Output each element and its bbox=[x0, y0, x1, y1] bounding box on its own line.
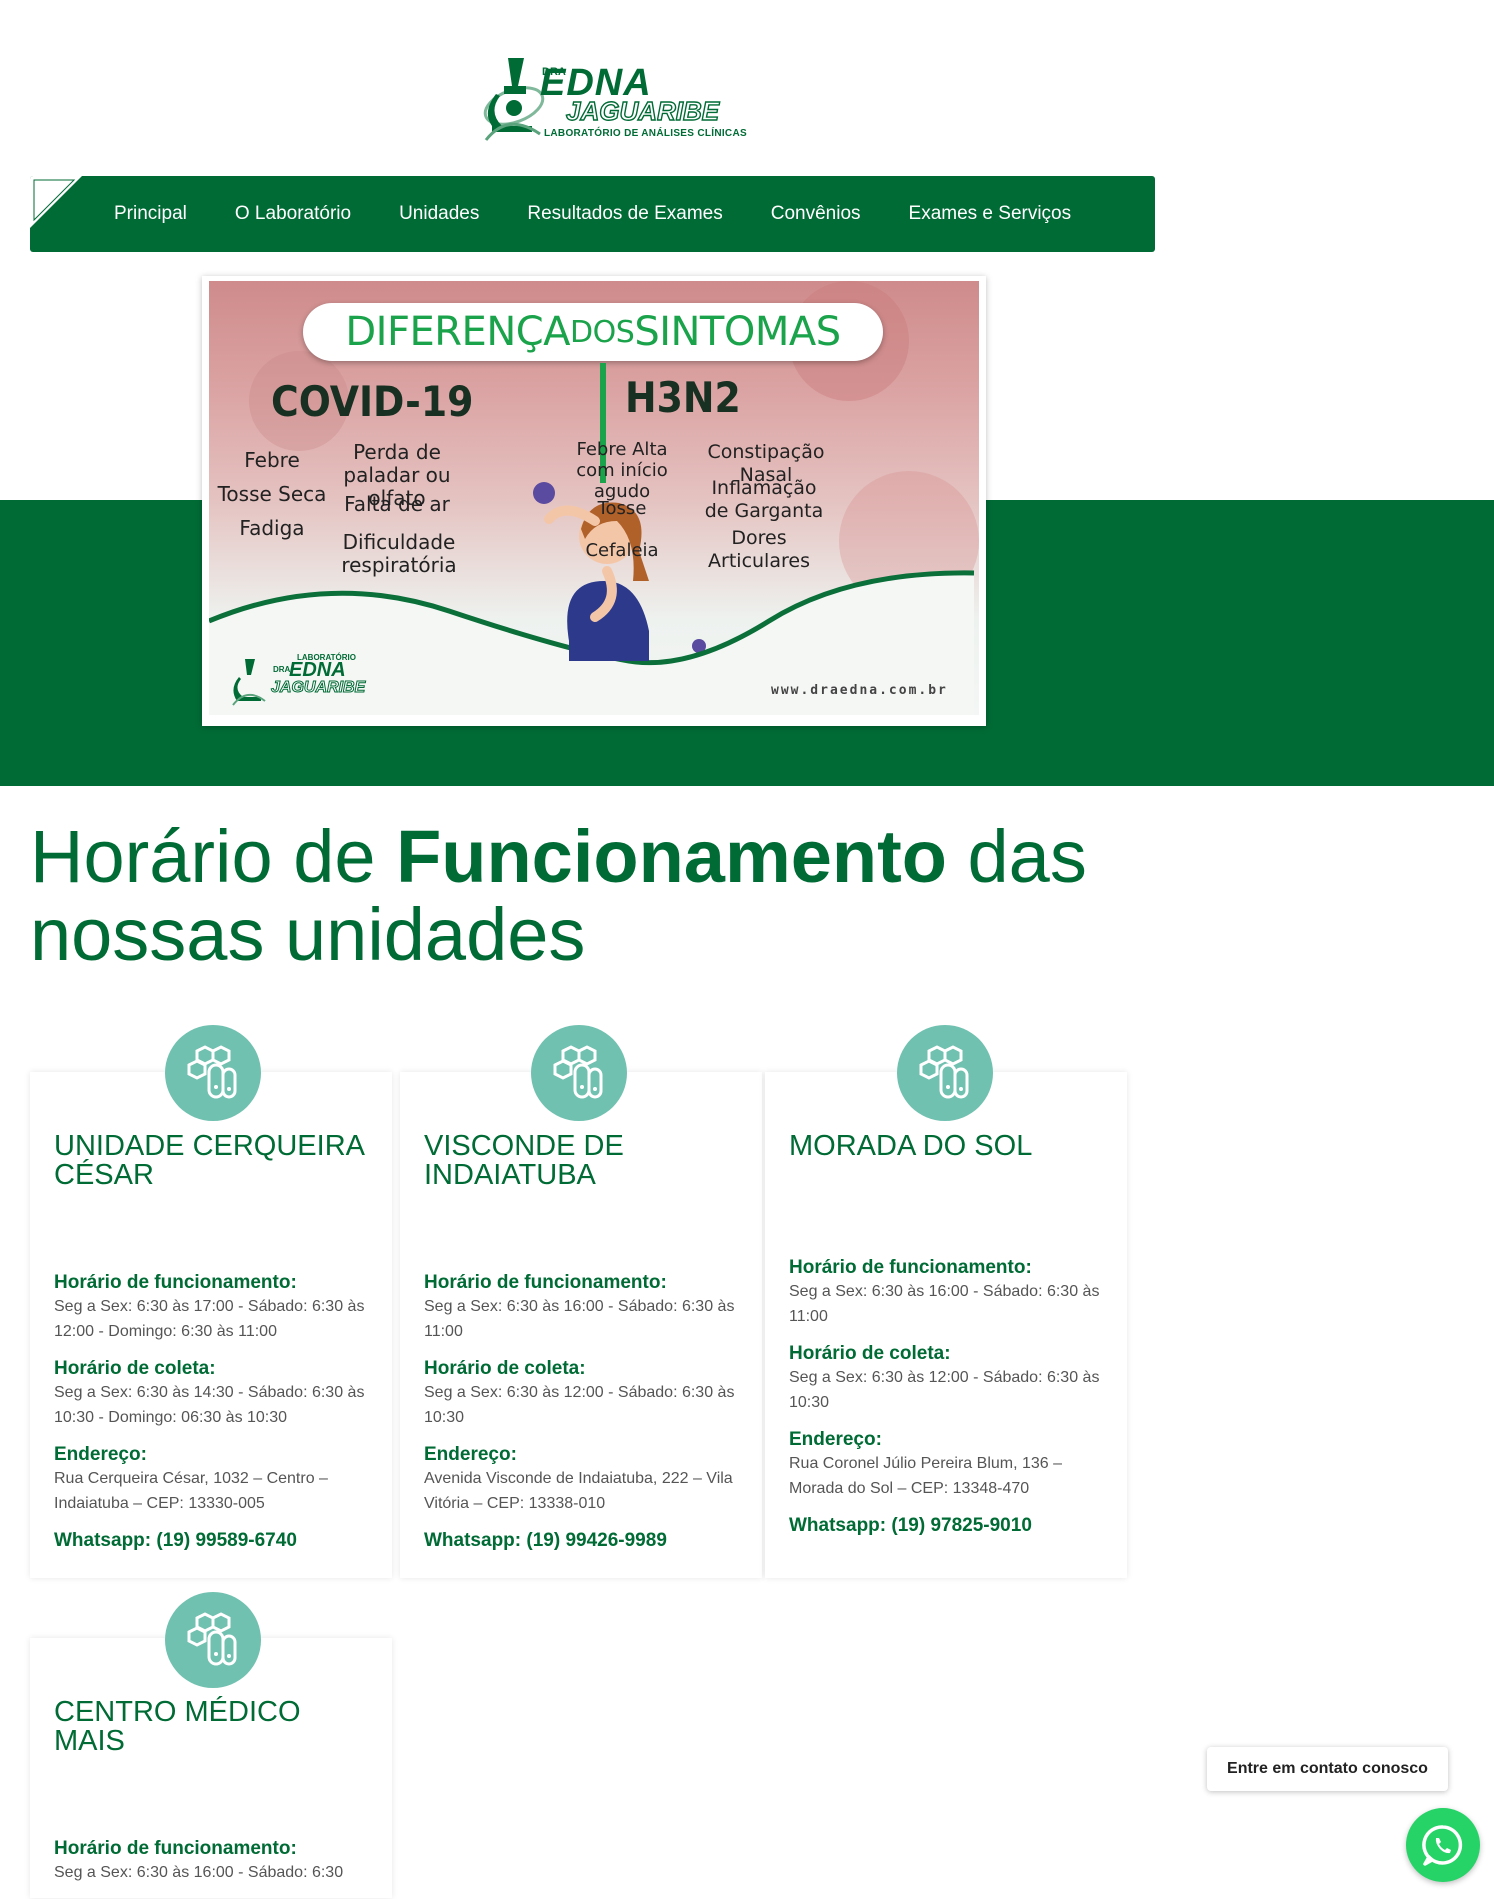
collect-label: Horário de coleta: bbox=[789, 1343, 951, 1364]
nav-item-exames-e-servicos[interactable]: Exames e Serviços bbox=[909, 203, 1072, 225]
banner-symptom: Tosse Seca bbox=[217, 482, 327, 506]
collect-label: Horário de coleta: bbox=[54, 1358, 216, 1379]
address-value: Avenida Visconde de Indaiatuba, 222 – Vi… bbox=[424, 1470, 733, 1512]
hours-label: Horário de funcionamento: bbox=[54, 1272, 297, 1293]
hours-value: Seg a Sex: 6:30 às 16:00 - Sábado: 6:30 bbox=[54, 1864, 344, 1881]
lab-flask-icon bbox=[897, 1025, 993, 1121]
unit-title: MORADA DO SOL bbox=[789, 1130, 1033, 1162]
hours-value: Seg a Sex: 6:30 às 16:00 - Sábado: 6:30 … bbox=[424, 1298, 735, 1340]
nav-item-o-laboratorio[interactable]: O Laboratório bbox=[235, 203, 351, 225]
unit-details: Horário de funcionamento: Seg a Sex: 6:3… bbox=[424, 1272, 744, 1552]
unit-title: UNIDADE CERQUEIRA CÉSAR bbox=[54, 1130, 364, 1191]
main-navigation: Principal O Laboratório Unidades Resulta… bbox=[30, 176, 1155, 252]
unit-card-visconde-de-indaiatuba: VISCONDE DE INDAIATUBA Horário de funcio… bbox=[400, 1072, 762, 1578]
banner-covid-heading: COVID-19 bbox=[271, 377, 474, 426]
address-label: Endereço: bbox=[789, 1429, 882, 1450]
banner-symptom: Falta de ar bbox=[344, 492, 450, 516]
unit-details: Horário de funcionamento: Seg a Sex: 6:3… bbox=[54, 1838, 374, 1899]
microscope-logo-icon bbox=[483, 58, 545, 141]
hours-label: Horário de funcionamento: bbox=[424, 1272, 667, 1293]
whatsapp-float-button[interactable] bbox=[1406, 1808, 1480, 1882]
test-tube-hexagon-icon bbox=[919, 1045, 969, 1099]
unit-card-morada-do-sol: MORADA DO SOL Horário de funcionamento: … bbox=[765, 1072, 1127, 1578]
logo-subtitle: LABORATÓRIO DE ANÁLISES CLÍNICAS bbox=[544, 128, 747, 139]
section-title: Horário de Funcionamento das nossas unid… bbox=[30, 818, 1190, 974]
banner-title-part3: SINTOMAS bbox=[634, 309, 841, 355]
banner-logo-microscope-icon bbox=[232, 659, 266, 706]
banner-logo-dra: DRA bbox=[273, 665, 291, 674]
unit-details: Horário de funcionamento: Seg a Sex: 6:3… bbox=[789, 1257, 1109, 1537]
whatsapp-link[interactable]: Whatsapp: (19) 97825-9010 bbox=[789, 1515, 1109, 1537]
test-tube-hexagon-icon bbox=[187, 1045, 237, 1099]
banner-symptom: Dificuldade respiratória bbox=[341, 530, 457, 577]
banner-symptom: Inflamação de Garganta bbox=[704, 477, 824, 522]
banner-title-part1: DIFERENÇA bbox=[345, 309, 571, 355]
unit-details: Horário de funcionamento: Seg a Sex: 6:3… bbox=[54, 1272, 374, 1552]
nav-corner-decoration bbox=[30, 176, 82, 228]
whatsapp-icon bbox=[1422, 1825, 1463, 1866]
hours-label: Horário de funcionamento: bbox=[789, 1257, 1032, 1278]
banner-title-part2: DOS bbox=[570, 314, 635, 350]
site-logo[interactable]: EDNA DRA JAGUARIBE LABORATÓRIO DE ANÁLIS… bbox=[478, 52, 747, 146]
nav-item-unidades[interactable]: Unidades bbox=[399, 203, 479, 225]
banner-symptom: Fadiga bbox=[239, 516, 305, 540]
logo-jaguaribe-text: JAGUARIBE bbox=[565, 95, 720, 126]
section-title-part1: Horário de bbox=[30, 815, 397, 898]
hours-value: Seg a Sex: 6:30 às 16:00 - Sábado: 6:30 … bbox=[789, 1283, 1100, 1325]
unit-title: CENTRO MÉDICO MAIS bbox=[54, 1696, 301, 1757]
hours-value: Seg a Sex: 6:30 às 17:00 - Sábado: 6:30 … bbox=[54, 1298, 365, 1340]
banner-symptom: Cefaleia bbox=[585, 540, 659, 561]
banner-symptom: Tosse bbox=[597, 498, 647, 519]
banner-h3n2-heading: H3N2 bbox=[625, 373, 741, 422]
hours-label: Horário de funcionamento: bbox=[54, 1838, 297, 1859]
lab-flask-icon bbox=[531, 1025, 627, 1121]
nav-menu: Principal O Laboratório Unidades Resulta… bbox=[114, 176, 1119, 252]
banner-title: DIFERENÇA DOS SINTOMAS bbox=[303, 303, 883, 361]
collect-value: Seg a Sex: 6:30 às 14:30 - Sábado: 6:30 … bbox=[54, 1384, 365, 1426]
symptoms-banner[interactable]: DIFERENÇA DOS SINTOMAS COVID-19 H3N2 Feb… bbox=[202, 276, 986, 726]
collect-value: Seg a Sex: 6:30 às 12:00 - Sábado: 6:30 … bbox=[789, 1369, 1100, 1411]
banner-logo: LABORATÓRIO DRA EDNA JAGUARIBE bbox=[231, 653, 391, 709]
collect-label: Horário de coleta: bbox=[424, 1358, 586, 1379]
logo-dra-text: DRA bbox=[542, 66, 566, 78]
address-value: Rua Coronel Júlio Pereira Blum, 136 – Mo… bbox=[789, 1455, 1063, 1497]
test-tube-hexagon-icon bbox=[553, 1045, 603, 1099]
lab-flask-icon bbox=[165, 1025, 261, 1121]
banner-symptom: Febre bbox=[244, 448, 300, 472]
nav-item-convenios[interactable]: Convênios bbox=[771, 203, 861, 225]
nav-item-principal[interactable]: Principal bbox=[114, 203, 187, 225]
lab-flask-icon bbox=[165, 1592, 261, 1688]
banner-website-url: www.draedna.com.br bbox=[771, 683, 948, 698]
collect-value: Seg a Sex: 6:30 às 12:00 - Sábado: 6:30 … bbox=[424, 1384, 735, 1426]
address-label: Endereço: bbox=[54, 1444, 147, 1465]
contact-us-bubble[interactable]: Entre em contato conosco bbox=[1207, 1747, 1448, 1791]
section-title-bold: Funcionamento bbox=[396, 815, 947, 898]
unit-card-cerqueira-cesar: UNIDADE CERQUEIRA CÉSAR Horário de funci… bbox=[30, 1072, 392, 1578]
symptoms-banner-image: DIFERENÇA DOS SINTOMAS COVID-19 H3N2 Feb… bbox=[209, 281, 979, 715]
banner-logo-jaguaribe: JAGUARIBE bbox=[270, 679, 366, 697]
banner-symptom: Febre Alta com início agudo bbox=[576, 439, 668, 502]
test-tube-hexagon-icon bbox=[187, 1612, 237, 1666]
banner-symptom: Dores Articulares bbox=[708, 527, 810, 572]
banner-covid-symptoms-list: Febre Tosse Seca Fadiga bbox=[217, 443, 327, 545]
whatsapp-link[interactable]: Whatsapp: (19) 99589-6740 bbox=[54, 1530, 374, 1552]
address-label: Endereço: bbox=[424, 1444, 517, 1465]
whatsapp-link[interactable]: Whatsapp: (19) 99426-9989 bbox=[424, 1530, 744, 1552]
nav-item-resultados-de-exames[interactable]: Resultados de Exames bbox=[527, 203, 722, 225]
unit-title: VISCONDE DE INDAIATUBA bbox=[424, 1130, 624, 1191]
address-value: Rua Cerqueira César, 1032 – Centro – Ind… bbox=[54, 1470, 328, 1512]
